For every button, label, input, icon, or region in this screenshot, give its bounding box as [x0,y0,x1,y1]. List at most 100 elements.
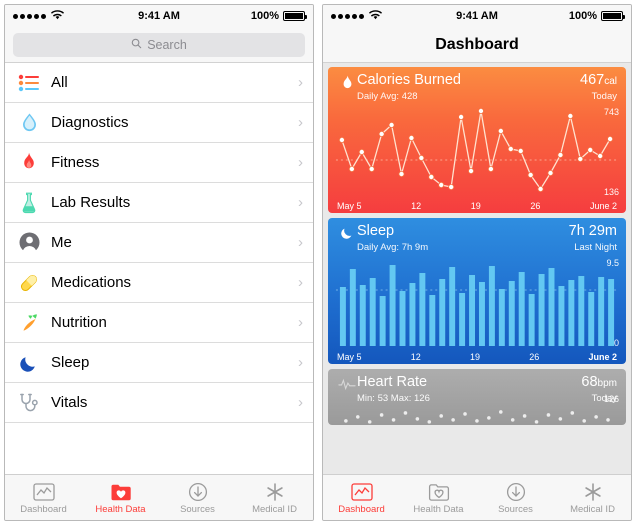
signal-dots-icon [13,13,46,19]
list-item-sleep[interactable]: Sleep › [5,343,313,383]
list-item-label: Nutrition [51,314,107,331]
chevron-right-icon: › [298,194,303,211]
x-label: June 2 [589,200,617,211]
calories-chart: 743 136 May 5 12 19 26 June 2 [328,105,626,213]
search-bar[interactable]: Search [5,27,313,63]
status-bar-left: 9:41 AM 100% [5,5,313,27]
y-axis-max: 126 [603,393,619,404]
tab-health-data[interactable]: Health Data [400,475,477,520]
page-title: Dashboard [435,35,519,53]
tab-sources[interactable]: Sources [159,475,236,520]
list-item-label: Diagnostics [51,114,129,131]
carrot-icon [16,310,42,336]
phone-dashboard: 9:41 AM 100% Dashboard Calories Burned D… [322,4,632,521]
status-bar-right: 9:41 AM 100% [323,5,631,27]
list-item-fitness[interactable]: Fitness › [5,143,313,183]
list-item-label: Fitness [51,154,100,171]
medical-id-icon [582,480,604,502]
health-data-icon [110,480,132,502]
moon-icon [16,350,42,376]
search-input[interactable]: Search [13,32,305,57]
x-label: 19 [469,351,480,362]
x-label: 12 [411,200,422,211]
y-axis-min: 0 [613,337,619,348]
list-item-lab-results[interactable]: Lab Results › [5,183,313,223]
list-item-label: Vitals [51,394,88,411]
x-axis-labels: May 5 12 19 26 June 2 [328,352,626,362]
card-values: 467cal Today [580,72,617,102]
heart-rate-chart: 126 [328,394,626,425]
list-item-vitals[interactable]: Vitals › [5,383,313,423]
sleep-chart: 9.5 0 May 5 12 19 26 June 2 [328,256,626,364]
heart-rate-icon [337,375,357,391]
droplet-icon [16,110,42,136]
health-data-icon [428,480,450,502]
tab-dashboard[interactable]: Dashboard [5,475,82,520]
tab-bar-right: Dashboard Health Data Sources Medical ID [323,474,631,520]
chevron-right-icon: › [298,394,303,411]
tab-label: Medical ID [252,504,297,515]
medical-id-icon [264,480,286,502]
tab-dashboard[interactable]: Dashboard [323,475,400,520]
list-item-label: Me [51,234,72,251]
list-item-diagnostics[interactable]: Diagnostics › [5,103,313,143]
tab-medical-id[interactable]: Medical ID [554,475,631,520]
flame-icon [337,73,357,92]
tab-label: Medical ID [570,504,615,515]
pill-icon [16,270,42,296]
card-when: Today [591,90,617,102]
list-icon [16,70,42,96]
list-item-me[interactable]: Me › [5,223,313,263]
card-when: Last Night [574,241,617,253]
card-header: Calories Burned Daily Avg: 428 467cal To… [328,67,626,105]
tab-bar-left: Dashboard Health Data Sources Medical ID [5,474,313,520]
tab-label: Sources [498,504,533,515]
y-axis-min: 136 [603,186,619,197]
x-label: June 2 [588,351,617,362]
card-titles: Sleep Daily Avg: 7h 9m [357,223,569,253]
list-item-nutrition[interactable]: Nutrition › [5,303,313,343]
list-item-all[interactable]: All › [5,63,313,103]
card-unit: cal [604,76,617,87]
flask-icon [16,190,42,216]
y-axis-max: 743 [603,106,619,117]
card-heart-rate[interactable]: Heart Rate Min: 53 Max: 126 68bpm Today [328,368,626,425]
card-value: 68bpm [581,373,617,390]
dashboard-icon [350,480,373,502]
tab-health-data[interactable]: Health Data [82,475,159,520]
wifi-icon [51,9,64,23]
chevron-right-icon: › [298,274,303,291]
tab-medical-id[interactable]: Medical ID [236,475,313,520]
screenshot-stage: 9:41 AM 100% Search All › Diagnostics › … [0,0,636,525]
calories-line-chart [335,107,619,192]
tab-label: Dashboard [20,504,67,515]
battery-percent: 100% [250,10,279,22]
signal-dots-icon [331,13,364,19]
tab-sources[interactable]: Sources [477,475,554,520]
card-title: Heart Rate [357,373,428,390]
card-title: Calories Burned [357,72,461,88]
tab-label: Health Data [95,504,146,515]
card-header: Sleep Daily Avg: 7h 9m 7h 29m Last Night [328,218,626,256]
tab-label: Sources [180,504,215,515]
x-label: 26 [529,351,540,362]
card-value: 467cal [580,72,617,88]
x-axis-labels: May 5 12 19 26 June 2 [328,201,626,211]
card-calories-burned[interactable]: Calories Burned Daily Avg: 428 467cal To… [328,67,626,213]
x-label: 26 [530,200,541,211]
search-icon [131,38,142,52]
flame-icon [16,150,42,176]
list-item-medications[interactable]: Medications › [5,263,313,303]
status-signal [13,9,64,23]
card-sleep[interactable]: Sleep Daily Avg: 7h 9m 7h 29m Last Night [328,217,626,364]
sources-icon [187,480,209,502]
status-battery: 100% [250,10,307,22]
tab-label: Dashboard [338,504,385,515]
x-label: May 5 [337,200,362,211]
nav-bar: Dashboard [323,27,631,63]
health-categories-list: All › Diagnostics › Fitness › Lab Result… [5,63,313,474]
search-placeholder: Search [147,37,187,52]
battery-full-icon [283,11,307,21]
dashboard-cards: Calories Burned Daily Avg: 428 467cal To… [323,63,631,474]
x-label: 19 [470,200,481,211]
